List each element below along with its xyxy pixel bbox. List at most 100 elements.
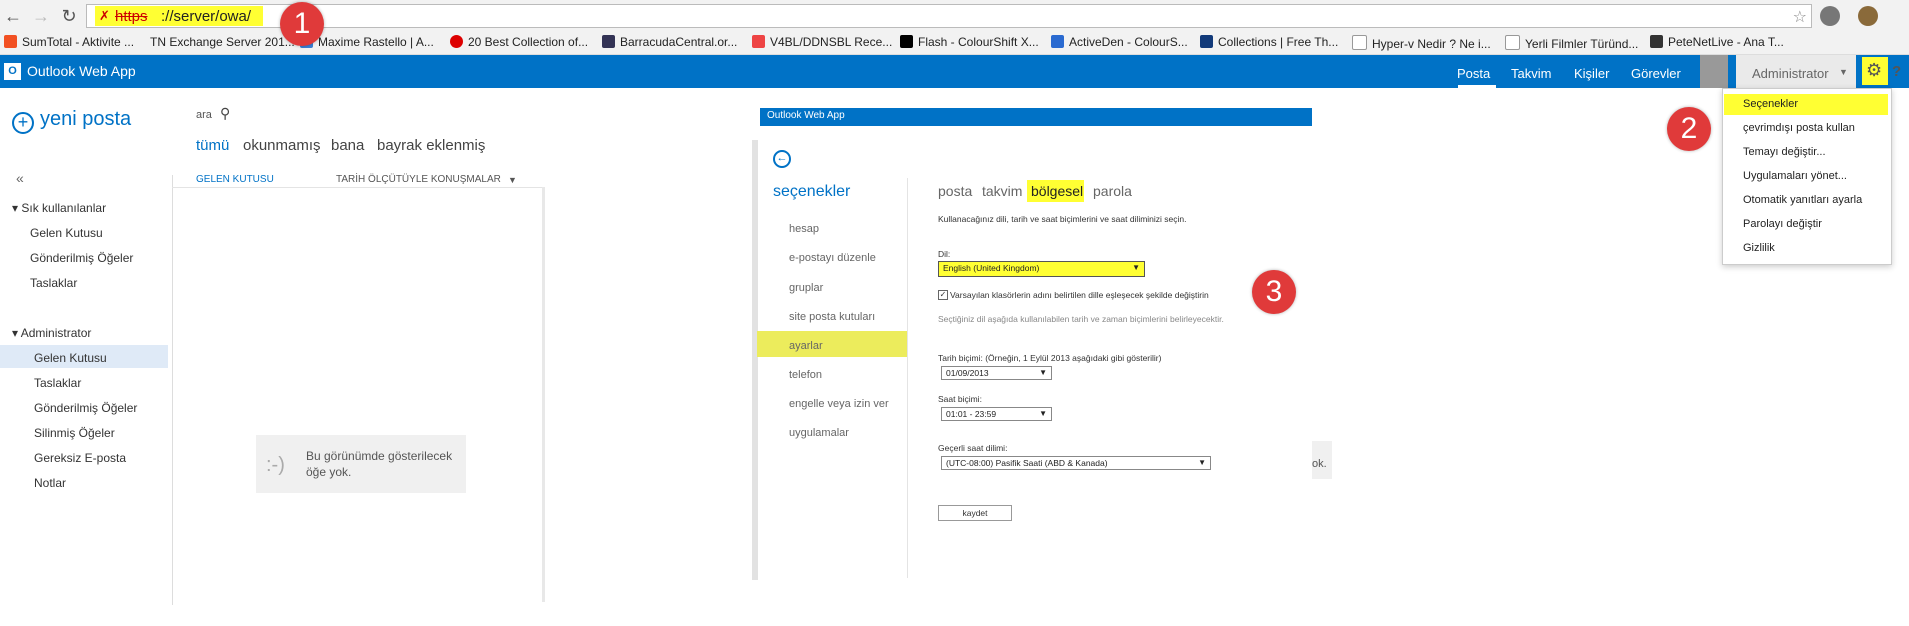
selected-nav-highlight [757,331,907,357]
address-bar[interactable]: ✗ https ://server/owa/ ☆ [86,4,1812,28]
user-photo[interactable] [1700,55,1728,88]
tab-parola[interactable]: parola [1093,183,1132,199]
tab-bolgesel[interactable]: bölgesel [1031,183,1083,199]
broken-lock-icon[interactable]: ✗ [99,8,110,24]
nav-posta[interactable]: Posta [1457,66,1490,81]
search-input[interactable]: ara [196,109,212,121]
folder-item[interactable]: Taslaklar [30,276,77,290]
smiley-icon: :-) [266,454,285,476]
options-nav-item[interactable]: uygulamalar [789,427,849,439]
nav-takvim[interactable]: Takvim [1511,66,1551,81]
time-format-label: Saat biçimi: [938,394,982,404]
folder-item[interactable]: Gönderilmiş Öğeler [34,401,137,415]
back-arrow-icon[interactable]: ← [773,150,791,168]
options-nav-item[interactable]: e-postayı düzenle [789,252,876,264]
owa-header: O Outlook Web App Posta Takvim Kişiler G… [0,55,1909,88]
menu-item-auto-replies[interactable]: Otomatik yanıtları ayarla [1743,194,1862,206]
bookmark-item[interactable]: ActiveDen - ColourS... [1051,35,1188,49]
filter-all[interactable]: tümü [196,137,229,154]
bookmark-item[interactable]: Hyper-v Nedir ? Ne i... [1352,35,1491,51]
partial-text: ok. [1312,458,1327,470]
callout-badge: 1 [280,2,324,46]
bookmark-item[interactable]: 20 Best Collection of... [450,35,588,49]
options-nav-item[interactable]: engelle veya izin ver [789,398,889,410]
timezone-select[interactable]: (UTC-08:00) Pasifik Saati (ABD & Kanada)… [941,456,1211,470]
empty-message: Bu görünümde gösterilecek öğe yok. [306,449,453,479]
menu-item-apps[interactable]: Uygulamaları yönet... [1743,170,1847,182]
menu-item-password[interactable]: Parolayı değiştir [1743,218,1822,230]
sort-dropdown[interactable]: TARİH ÖLÇÜTÜYLE KONUŞMALAR [336,174,501,185]
search-icon[interactable]: ⚲ [220,105,230,122]
bookmark-item[interactable]: V4BL/DDNSBL Rece... [752,35,892,49]
barracuda-icon [602,35,615,48]
chevron-down-icon[interactable]: ▼ [508,175,517,185]
options-nav-item[interactable]: gruplar [789,282,823,294]
language-label: Dil: [938,249,951,259]
language-select[interactable]: English (United Kingdom) ▼ [938,261,1145,277]
bookmark-item[interactable]: Collections | Free Th... [1200,35,1338,49]
url-text: ://server/owa/ [161,8,252,25]
collapse-icon[interactable]: « [16,170,24,186]
folder-item[interactable]: Gönderilmiş Öğeler [30,251,133,265]
nav-kisiler[interactable]: Kişiler [1574,66,1609,81]
filter-unread[interactable]: okunmamış [243,137,321,154]
date-format-label: Tarih biçimi: (Örneğin, 1 Eylül 2013 aşa… [938,353,1162,363]
bookmark-star-icon[interactable]: ☆ [1793,7,1807,27]
folder-item[interactable]: Gelen Kutusu [30,226,103,240]
help-icon[interactable]: ? [1892,63,1901,80]
app-title: Outlook Web App [27,63,136,79]
bookmark-item[interactable]: BarracudaCentral.or... [602,35,737,49]
menu-item-offline[interactable]: çevrimdışı posta kullan [1743,122,1855,134]
extension-icon[interactable] [1858,6,1878,26]
user-name[interactable]: Administrator [1752,66,1829,81]
rename-folders-label: Varsayılan klasörlerin adını belirtilen … [950,290,1209,300]
extension-icon[interactable] [1820,6,1840,26]
chevron-down-icon[interactable]: ▼ [1839,67,1848,77]
tab-posta[interactable]: posta [938,183,972,199]
folder-item[interactable]: Taslaklar [34,376,81,390]
intro-text: Kullanacağınız dili, tarih ve saat biçim… [938,214,1187,224]
menu-item-options[interactable]: Seçenekler [1743,98,1798,110]
chevron-down-icon: ▼ [1039,409,1047,418]
scrollbar[interactable] [752,140,758,580]
bookmark-item[interactable]: Flash - ColourShift X... [900,35,1039,49]
options-nav-item-settings[interactable]: ayarlar [789,340,823,352]
options-nav-item[interactable]: telefon [789,369,822,381]
menu-item-theme[interactable]: Temayı değiştir... [1743,146,1826,158]
folder-item[interactable]: Silinmiş Öğeler [34,426,115,440]
folder-item[interactable]: Notlar [34,476,66,490]
favorites-header[interactable]: ▾ Sık kullanılanlar [12,201,106,215]
divider [172,175,173,605]
folder-item[interactable]: Gereksiz E-posta [34,451,126,465]
divider [907,178,908,578]
menu-item-privacy[interactable]: Gizlilik [1743,242,1775,254]
bookmark-item[interactable]: SumTotal - Aktivite ... [4,35,134,49]
date-format-select[interactable]: 01/09/2013 ▼ [941,366,1052,380]
bookmark-item[interactable]: Maxime Rastello | A... [300,35,434,49]
filter-flagged[interactable]: bayrak eklenmiş [377,137,485,154]
chevron-down-icon: ▼ [1132,263,1140,272]
divider [172,187,542,188]
new-mail-button[interactable]: + yeni posta [12,108,131,134]
back-icon[interactable]: ← [2,5,24,27]
forward-icon[interactable]: → [30,5,52,27]
site-icon [1051,35,1064,48]
account-header[interactable]: ▾ Administrator [12,326,91,340]
bookmark-item[interactable]: Yerli Filmler Türünd... [1505,35,1638,51]
time-format-select[interactable]: 01:01 - 23:59 ▼ [941,407,1052,421]
reload-icon[interactable]: ↻ [58,5,80,27]
folder-item[interactable]: Gelen Kutusu [34,351,107,365]
filter-to-me[interactable]: bana [331,137,364,154]
rename-folders-checkbox[interactable]: ✓ [938,290,948,300]
save-button[interactable]: kaydet [938,505,1012,521]
bookmark-item[interactable]: TN Exchange Server 201... [150,35,295,49]
bookmark-item[interactable]: PeteNetLive - Ana T... [1650,35,1784,49]
options-nav-item[interactable]: site posta kutuları [789,311,875,323]
site-icon [752,35,765,48]
tab-takvim[interactable]: takvim [982,183,1022,199]
site-icon [450,35,463,48]
callout-badge: 2 [1667,107,1711,151]
options-nav-item[interactable]: hesap [789,223,819,235]
gear-icon[interactable]: ⚙ [1866,61,1882,79]
nav-gorevler[interactable]: Görevler [1631,66,1681,81]
